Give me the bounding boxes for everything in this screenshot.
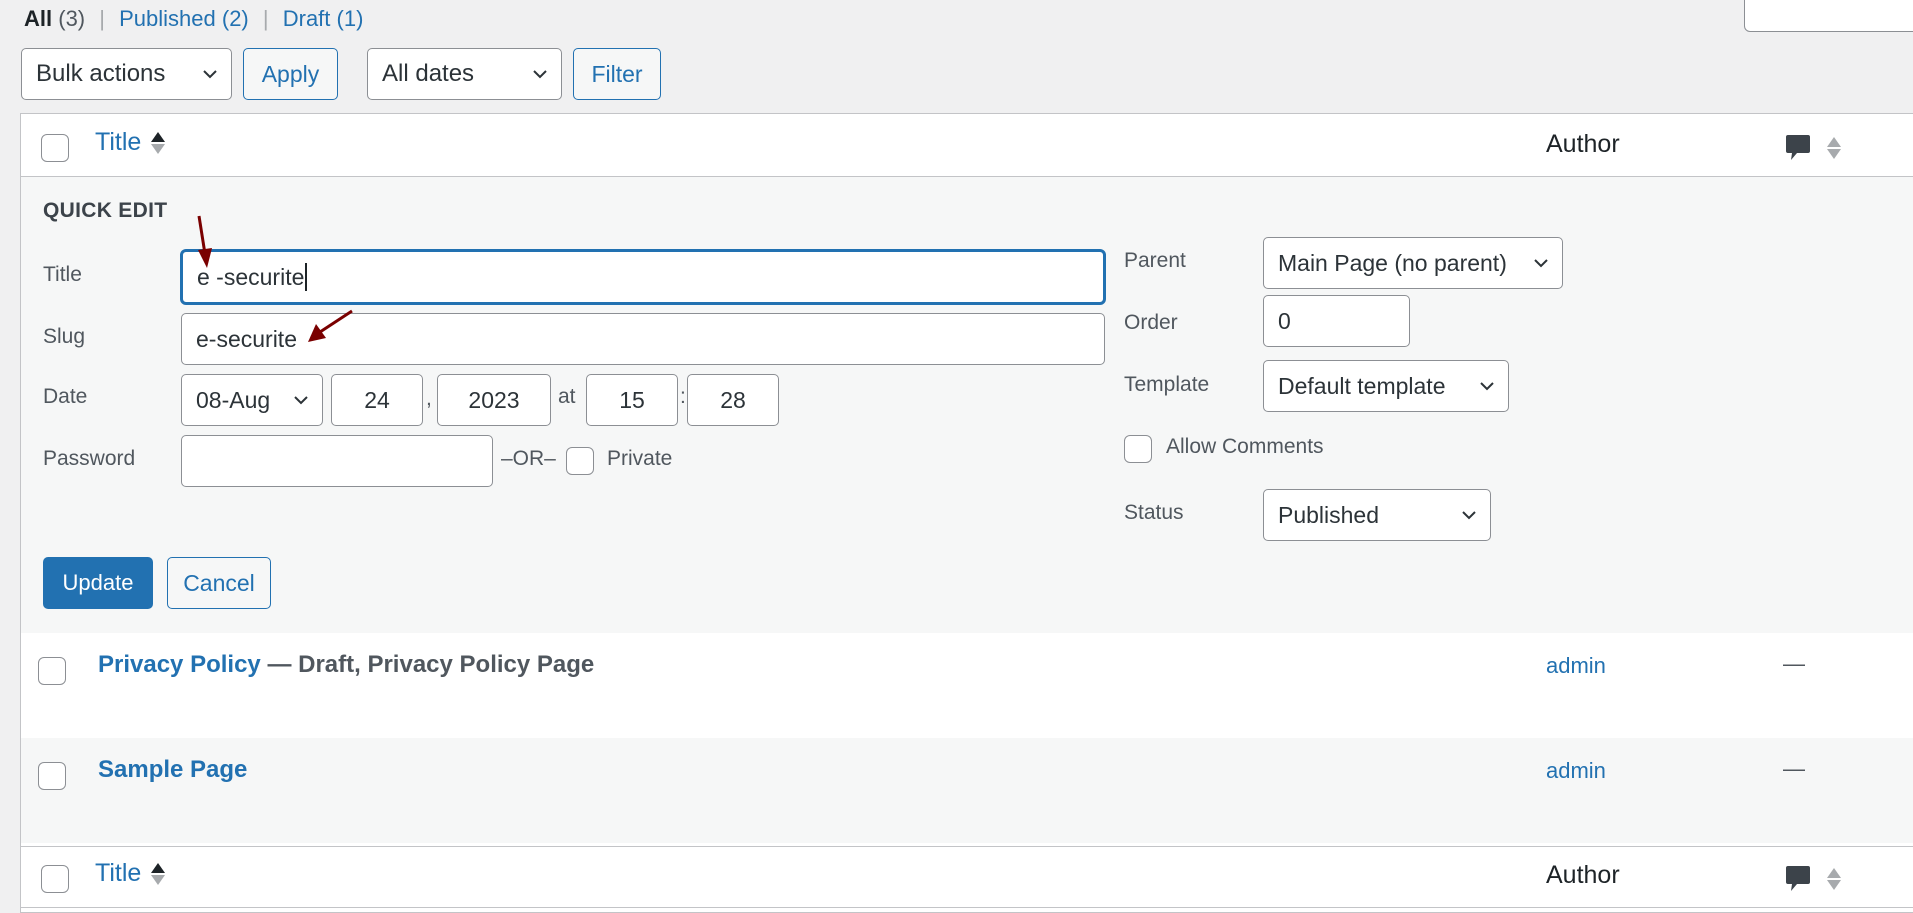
date-label: Date — [43, 385, 88, 408]
column-title-sort[interactable]: Title — [95, 128, 166, 157]
chevron-down-icon — [294, 396, 308, 405]
comment-bubble-icon — [1786, 866, 1810, 891]
order-input[interactable]: 0 — [1263, 295, 1410, 347]
allow-comments-checkbox[interactable] — [1124, 435, 1152, 463]
chevron-down-icon — [203, 70, 217, 79]
time-colon: : — [680, 385, 686, 408]
row-author-link[interactable]: admin — [1546, 653, 1606, 679]
column-title-sort-footer[interactable]: Title — [95, 859, 166, 888]
private-label: Private — [607, 447, 673, 470]
row-comments: — — [1783, 756, 1805, 781]
search-input[interactable] — [1744, 0, 1913, 32]
comment-bubble-icon — [1786, 135, 1810, 160]
row-comments: — — [1783, 651, 1805, 676]
slug-input-value: e-securite — [196, 325, 297, 352]
column-author: Author — [1546, 130, 1620, 158]
column-comments-sort-footer[interactable] — [1785, 865, 1841, 893]
order-label: Order — [1124, 311, 1178, 334]
year-input[interactable]: 2023 — [437, 374, 551, 426]
month-value: 08-Aug — [196, 386, 271, 413]
day-input[interactable]: 24 — [331, 374, 423, 426]
title-label: Title — [43, 263, 82, 286]
date-comma: , — [426, 387, 432, 410]
table-header: Title Author — [21, 114, 1913, 177]
apply-button[interactable]: Apply — [243, 48, 338, 100]
row-title-link[interactable]: Privacy Policy — [98, 651, 261, 678]
quick-edit-heading: QUICK EDIT — [43, 199, 168, 222]
filter-all[interactable]: All (3) — [24, 6, 85, 31]
date-at: at — [558, 385, 576, 408]
status-value: Published — [1278, 501, 1380, 528]
minute-input[interactable]: 28 — [687, 374, 779, 426]
dates-value: All dates — [382, 60, 475, 87]
parent-label: Parent — [1124, 249, 1186, 272]
row-author-link[interactable]: admin — [1546, 758, 1606, 784]
separator: | — [262, 6, 269, 31]
chevron-down-icon — [1480, 382, 1494, 391]
hour-input[interactable]: 15 — [586, 374, 678, 426]
row-title: Sample Page — [98, 756, 247, 784]
sort-arrows-icon — [151, 131, 166, 154]
update-button[interactable]: Update — [43, 557, 153, 609]
row-checkbox[interactable] — [38, 762, 66, 790]
private-checkbox[interactable] — [566, 447, 594, 475]
quick-edit-panel: QUICK EDIT Title e -securite Slug e-secu… — [21, 177, 1913, 633]
template-select[interactable]: Default template — [1263, 360, 1509, 412]
status-label: Status — [1124, 501, 1184, 524]
or-separator: –OR– — [501, 447, 556, 470]
dates-select[interactable]: All dates — [367, 48, 562, 100]
status-filter-links: All (3) | Published (2) | Draft (1) — [24, 6, 363, 32]
post-state: — Draft, Privacy Policy Page — [260, 651, 595, 678]
annotation-arrow-icon — [308, 309, 353, 342]
template-label: Template — [1124, 373, 1210, 396]
bulk-actions-value: Bulk actions — [36, 60, 166, 87]
parent-select[interactable]: Main Page (no parent) — [1263, 237, 1563, 289]
table-row: Sample Page admin — — [21, 738, 1913, 843]
chevron-down-icon — [1534, 259, 1548, 268]
column-comments-sort[interactable] — [1785, 134, 1841, 162]
column-author-footer: Author — [1546, 861, 1620, 889]
annotation-arrow-icon — [197, 215, 212, 268]
text-caret — [305, 263, 308, 291]
template-value: Default template — [1278, 372, 1446, 399]
cancel-button[interactable]: Cancel — [167, 557, 271, 609]
separator: | — [99, 6, 105, 31]
status-select[interactable]: Published — [1263, 489, 1491, 541]
row-checkbox[interactable] — [38, 657, 66, 685]
chevron-down-icon — [533, 70, 547, 79]
chevron-down-icon — [1462, 511, 1476, 520]
sort-arrows-icon — [1827, 137, 1841, 159]
password-input[interactable] — [181, 435, 493, 487]
month-select[interactable]: 08-Aug — [181, 374, 323, 426]
filter-published[interactable]: Published (2) — [119, 6, 249, 31]
select-all-checkbox[interactable] — [41, 134, 69, 162]
column-title-label: Title — [95, 859, 142, 887]
row-title-link[interactable]: Sample Page — [98, 756, 247, 783]
filter-button[interactable]: Filter — [573, 48, 661, 100]
filter-draft[interactable]: Draft (1) — [283, 6, 364, 31]
sort-arrows-icon — [151, 862, 166, 885]
slug-label: Slug — [43, 325, 86, 348]
sort-arrows-icon — [1827, 868, 1841, 890]
title-input[interactable]: e -securite — [181, 250, 1105, 304]
parent-value: Main Page (no parent) — [1278, 249, 1507, 276]
table-row: Privacy Policy — Draft, Privacy Policy P… — [21, 633, 1913, 738]
table-footer: Title Author — [21, 846, 1913, 908]
row-title: Privacy Policy — Draft, Privacy Policy P… — [98, 651, 594, 679]
pages-table: Title Author QUICK EDIT Title e -securit… — [20, 113, 1913, 913]
bulk-actions-select[interactable]: Bulk actions — [21, 48, 232, 100]
select-all-checkbox-footer[interactable] — [41, 865, 69, 893]
allow-comments-label: Allow Comments — [1166, 435, 1324, 458]
password-label: Password — [43, 447, 136, 470]
column-title-label: Title — [95, 128, 142, 156]
